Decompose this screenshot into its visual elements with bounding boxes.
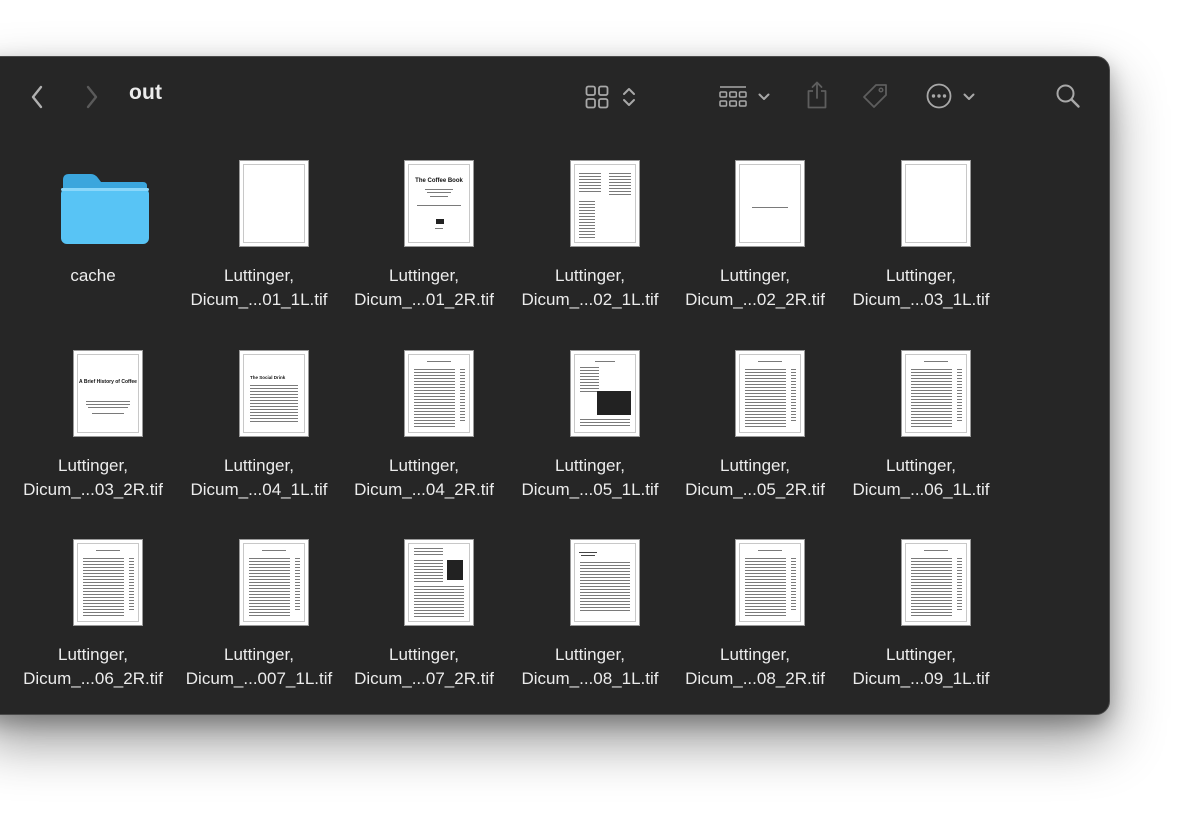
file-thumbnail (239, 539, 309, 626)
file-thumbnail (735, 350, 805, 437)
file-name: Luttinger, Dicum_...06_2R.tif (10, 643, 176, 691)
window-title: out (129, 81, 163, 104)
file-name: Luttinger, Dicum_...06_1L.tif (838, 454, 1004, 502)
file-thumbnail (901, 350, 971, 437)
tag-icon (863, 84, 887, 108)
file-name-line-1: Luttinger, (58, 456, 128, 475)
file-name-line-2: Dicum_...09_1L.tif (852, 669, 990, 688)
ellipsis-circle-icon (926, 83, 952, 109)
chevron-left-icon (31, 85, 43, 109)
view-options-button[interactable] (621, 84, 637, 110)
file-thumbnail: The Social Drink (239, 350, 309, 437)
view-as-icons-button[interactable] (584, 84, 610, 110)
back-button[interactable] (25, 82, 49, 112)
file-thumbnail (570, 539, 640, 626)
file-name-line-1: Luttinger, (555, 456, 625, 475)
file-name-line-1: Luttinger, (720, 456, 790, 475)
magnifying-glass-icon (1056, 84, 1080, 108)
chapter-title: A Brief History of Coffee (79, 379, 137, 385)
file-name-line-1: Luttinger, (720, 645, 790, 664)
file-name-line-1: Luttinger, (389, 456, 459, 475)
file-thumbnail (901, 160, 971, 247)
more-actions-button[interactable] (925, 82, 953, 110)
file-name-line-2: Dicum_...01_1L.tif (190, 290, 328, 309)
file-thumbnail: The Coffee Book (404, 160, 474, 247)
file-name-line-1: Luttinger, (389, 266, 459, 285)
chevron-down-icon (758, 93, 770, 100)
chevron-right-icon (86, 85, 98, 109)
file-thumbnail: A Brief History of Coffee (73, 350, 143, 437)
chevron-down-icon (963, 93, 975, 100)
file-name-line-1: Luttinger, (555, 266, 625, 285)
file-name-line-2: Dicum_...08_1L.tif (521, 669, 659, 688)
file-thumbnail (404, 350, 474, 437)
file-name: Luttinger, Dicum_...03_1L.tif (838, 264, 1004, 312)
file-name-line-2: Dicum_...04_1L.tif (190, 480, 328, 499)
file-name: Luttinger, Dicum_...05_1L.tif (507, 454, 673, 502)
section-title: The Social Drink (250, 375, 286, 380)
cover-title: The Coffee Book (415, 178, 463, 184)
file-name: Luttinger, Dicum_...04_2R.tif (341, 454, 507, 502)
file-name-line-2: Dicum_...05_1L.tif (521, 480, 659, 499)
share-button[interactable] (803, 79, 831, 111)
finder-window: out cache Luttinger, Dicum_...01_1L.tif … (0, 56, 1110, 715)
file-name-line-2: Dicum_...02_2R.tif (685, 290, 825, 309)
file-thumbnail (735, 160, 805, 247)
file-name-line-1: Luttinger, (224, 645, 294, 664)
share-icon (807, 81, 827, 109)
file-name-line-1: Luttinger, (224, 266, 294, 285)
file-name-line-2: Dicum_...05_2R.tif (685, 480, 825, 499)
file-name: Luttinger, Dicum_...007_1L.tif (176, 643, 342, 691)
file-thumbnail (570, 350, 640, 437)
file-name-line-2: Dicum_...04_2R.tif (354, 480, 494, 499)
file-name-line-1: Luttinger, (886, 266, 956, 285)
up-down-chevron-icon (623, 88, 635, 106)
file-name: Luttinger, Dicum_...09_1L.tif (838, 643, 1004, 691)
file-name: Luttinger, Dicum_...02_1L.tif (507, 264, 673, 312)
file-thumbnail (901, 539, 971, 626)
file-name: Luttinger, Dicum_...03_2R.tif (10, 454, 176, 502)
file-thumbnail (239, 160, 309, 247)
group-button[interactable] (718, 84, 748, 110)
group-menu-button[interactable] (757, 89, 771, 105)
tag-button[interactable] (860, 81, 890, 111)
file-name: Luttinger, Dicum_...07_2R.tif (341, 643, 507, 691)
folder-icon (61, 174, 149, 244)
file-name: Luttinger, Dicum_...01_1L.tif (176, 264, 342, 312)
more-actions-menu-button[interactable] (962, 89, 976, 105)
file-name-line-2: Dicum_...03_1L.tif (852, 290, 990, 309)
file-name: Luttinger, Dicum_...05_2R.tif (672, 454, 838, 502)
file-name-line-2: Dicum_...01_2R.tif (354, 290, 494, 309)
file-name-line-2: Dicum_...07_2R.tif (354, 669, 494, 688)
file-name: Luttinger, Dicum_...04_1L.tif (176, 454, 342, 502)
file-name-line-1: cache (70, 266, 116, 285)
file-name: Luttinger, Dicum_...08_1L.tif (507, 643, 673, 691)
forward-button[interactable] (80, 82, 104, 112)
file-thumbnail (73, 539, 143, 626)
file-name-line-1: Luttinger, (886, 645, 956, 664)
file-name-line-2: Dicum_...02_1L.tif (521, 290, 659, 309)
file-thumbnail (404, 539, 474, 626)
file-name-line-2: Dicum_...007_1L.tif (185, 669, 333, 688)
file-name-line-1: Luttinger, (224, 456, 294, 475)
grid-view-icon (585, 85, 609, 109)
search-button[interactable] (1054, 82, 1082, 110)
group-icon (719, 86, 747, 107)
file-name: cache (10, 264, 176, 288)
toolbar: out (0, 57, 1109, 137)
file-name-line-1: Luttinger, (886, 456, 956, 475)
file-thumbnail (570, 160, 640, 247)
file-name-line-1: Luttinger, (720, 266, 790, 285)
file-name-line-1: Luttinger, (555, 645, 625, 664)
file-name-line-2: Dicum_...06_2R.tif (23, 669, 163, 688)
file-name: Luttinger, Dicum_...08_2R.tif (672, 643, 838, 691)
file-name-line-2: Dicum_...06_1L.tif (852, 480, 990, 499)
file-name-line-2: Dicum_...08_2R.tif (685, 669, 825, 688)
file-name: Luttinger, Dicum_...01_2R.tif (341, 264, 507, 312)
file-thumbnail (735, 539, 805, 626)
file-name: Luttinger, Dicum_...02_2R.tif (672, 264, 838, 312)
file-name-line-2: Dicum_...03_2R.tif (23, 480, 163, 499)
file-name-line-1: Luttinger, (58, 645, 128, 664)
file-name-line-1: Luttinger, (389, 645, 459, 664)
